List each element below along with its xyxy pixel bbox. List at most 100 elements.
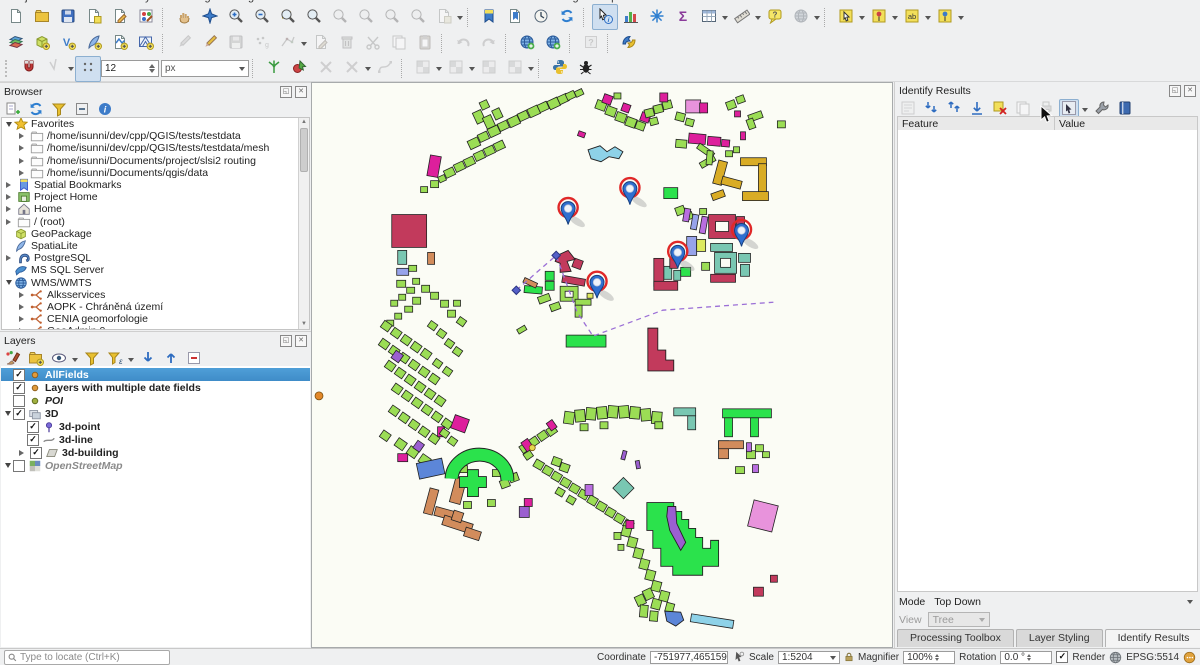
browser-item[interactable]: / (root) <box>2 216 309 228</box>
data-source-manager-button[interactable] <box>3 30 29 56</box>
crs-globe-icon[interactable] <box>1109 651 1122 664</box>
manage-plugins-button[interactable] <box>616 30 642 56</box>
browser-item[interactable]: Spatial Bookmarks <box>2 179 309 191</box>
cut-features-button[interactable] <box>360 30 386 56</box>
mesh-transform-button[interactable] <box>476 56 502 82</box>
close-panel-icon[interactable]: ✕ <box>295 335 307 347</box>
tab-identify-results[interactable]: Identify Results <box>1105 629 1200 647</box>
layer-visibility-checkbox[interactable]: ✓ <box>27 421 39 433</box>
zoom-next-button[interactable] <box>405 4 431 30</box>
open-attribute-table-button[interactable] <box>696 4 722 30</box>
label-text-button[interactable]: ab <box>899 4 925 30</box>
menu-web[interactable]: Web <box>443 0 465 3</box>
zoom-native-button[interactable] <box>301 4 327 30</box>
tracing-button[interactable] <box>261 56 287 82</box>
menu-processing[interactable]: Processing <box>524 0 578 3</box>
undo-button[interactable] <box>450 30 476 56</box>
refresh-map-button[interactable] <box>554 4 580 30</box>
zoom-to-layer-button[interactable] <box>353 4 379 30</box>
pan-map-button[interactable] <box>171 4 197 30</box>
layer-visibility-checkbox[interactable]: ✓ <box>27 434 39 446</box>
menu-project[interactable]: Project <box>8 0 42 3</box>
menu-settings[interactable]: Settings <box>176 0 216 3</box>
scroll-down-icon[interactable]: ▼ <box>299 320 309 329</box>
add-wms-layer-button[interactable] <box>514 30 540 56</box>
snapping-tolerance-spinbox[interactable]: 12 <box>101 60 159 77</box>
statistical-summary-button[interactable] <box>618 4 644 30</box>
spin-arrows-icon[interactable] <box>935 652 939 663</box>
browser-item[interactable]: SpatiaLite <box>2 240 309 252</box>
copy-features-button[interactable] <box>386 30 412 56</box>
whats-this-button[interactable]: ? <box>578 30 604 56</box>
save-project-button[interactable] <box>55 4 81 30</box>
layer-item[interactable]: ✓ AllFields <box>1 368 310 381</box>
layer-visibility-checkbox[interactable]: ✓ <box>13 369 25 381</box>
processing-toolbox-button[interactable] <box>644 4 670 30</box>
new-geopackage-layer-button[interactable] <box>29 30 55 56</box>
close-panel-icon[interactable]: ✕ <box>1184 85 1196 97</box>
new-project-button[interactable] <box>3 4 29 30</box>
delete-selected-button[interactable] <box>334 30 360 56</box>
browser-item[interactable]: Home <box>2 203 309 215</box>
toggle-editing-button[interactable] <box>197 30 223 56</box>
zoom-out-button[interactable] <box>249 4 275 30</box>
new-shapefile-layer-button[interactable] <box>107 30 133 56</box>
python-console-button[interactable] <box>547 56 573 82</box>
new-print-layout-button[interactable] <box>81 4 107 30</box>
zoom-full-button[interactable] <box>275 4 301 30</box>
annotations-button[interactable] <box>788 4 814 30</box>
label-pin-dropdown[interactable] <box>890 5 899 29</box>
toolbar-grip[interactable] <box>5 60 12 77</box>
new-spatial-bookmark-button[interactable] <box>476 4 502 30</box>
browser-item[interactable]: WMS/WMTS <box>2 276 309 288</box>
avoid-intersections-button[interactable] <box>287 56 313 82</box>
scroll-up-icon[interactable]: ▲ <box>299 118 309 127</box>
browser-item[interactable]: AOPK - Chráněná území <box>2 301 309 313</box>
open-project-button[interactable] <box>29 4 55 30</box>
browser-item[interactable]: GeoPackage <box>2 228 309 240</box>
mesh-edit-button[interactable] <box>443 56 469 82</box>
browser-item[interactable]: Alksservices <box>2 289 309 301</box>
style-manager-button[interactable] <box>133 4 159 30</box>
browser-item[interactable]: Favorites <box>2 118 309 130</box>
menu-plugins[interactable]: Plugins <box>232 0 268 3</box>
add-wcs-layer-button[interactable] <box>540 30 566 56</box>
digitize-with-segment-button[interactable]: g <box>249 30 275 56</box>
locator-search-input[interactable]: Type to locate (Ctrl+K) <box>4 650 170 665</box>
new-virtual-layer-button[interactable]: V <box>55 30 81 56</box>
browser-scrollbar[interactable]: ▲ ▼ <box>298 118 309 329</box>
zoom-to-selection-button[interactable] <box>327 4 353 30</box>
mesh-calculator-button[interactable] <box>410 56 436 82</box>
disable-tool-2-button[interactable] <box>339 56 365 82</box>
browser-item[interactable]: GeoAdmin 0 <box>2 325 309 330</box>
show-spatial-bookmarks-button[interactable] <box>502 4 528 30</box>
tab-processing-toolbox[interactable]: Processing Toolbox <box>897 629 1014 647</box>
spin-arrows-icon[interactable] <box>1027 652 1031 663</box>
layer-visibility-checkbox[interactable] <box>13 395 25 407</box>
layer-item[interactable]: POI <box>1 394 310 407</box>
float-panel-icon[interactable]: ◱ <box>1169 85 1181 97</box>
menu-raster[interactable]: Raster <box>331 0 363 3</box>
current-edits-button[interactable] <box>171 30 197 56</box>
layer-item[interactable]: ✓ Layers with multiple date fields <box>1 381 310 394</box>
browser-item[interactable]: /home/isunni/dev/cpp/QGIS/tests/testdata… <box>2 142 309 154</box>
mode-combobox[interactable]: Top Down <box>931 594 1196 610</box>
show-statistics-button[interactable]: Σ <box>670 4 696 30</box>
browser-item[interactable]: Project Home <box>2 191 309 203</box>
lock-scale-icon[interactable] <box>844 651 854 663</box>
messages-icon[interactable] <box>1183 651 1196 664</box>
disable-tool-1-button[interactable] <box>313 56 339 82</box>
zoom-last-button[interactable] <box>379 4 405 30</box>
paste-features-button[interactable] <box>412 30 438 56</box>
identify-results-content[interactable] <box>897 130 1198 592</box>
modify-attributes-button[interactable] <box>308 30 334 56</box>
pan-to-selection-button[interactable] <box>197 4 223 30</box>
layer-visibility-checkbox[interactable]: ✓ <box>13 408 25 420</box>
close-panel-icon[interactable]: ✕ <box>295 86 307 98</box>
browser-item[interactable]: PostgreSQL <box>2 252 309 264</box>
layer-item[interactable]: ✓ 3d-building <box>1 446 310 459</box>
render-checkbox[interactable]: ✓ <box>1056 651 1068 663</box>
snapping-options-button[interactable] <box>42 56 68 82</box>
label-move-dropdown[interactable] <box>956 5 965 29</box>
label-move-button[interactable] <box>932 4 958 30</box>
